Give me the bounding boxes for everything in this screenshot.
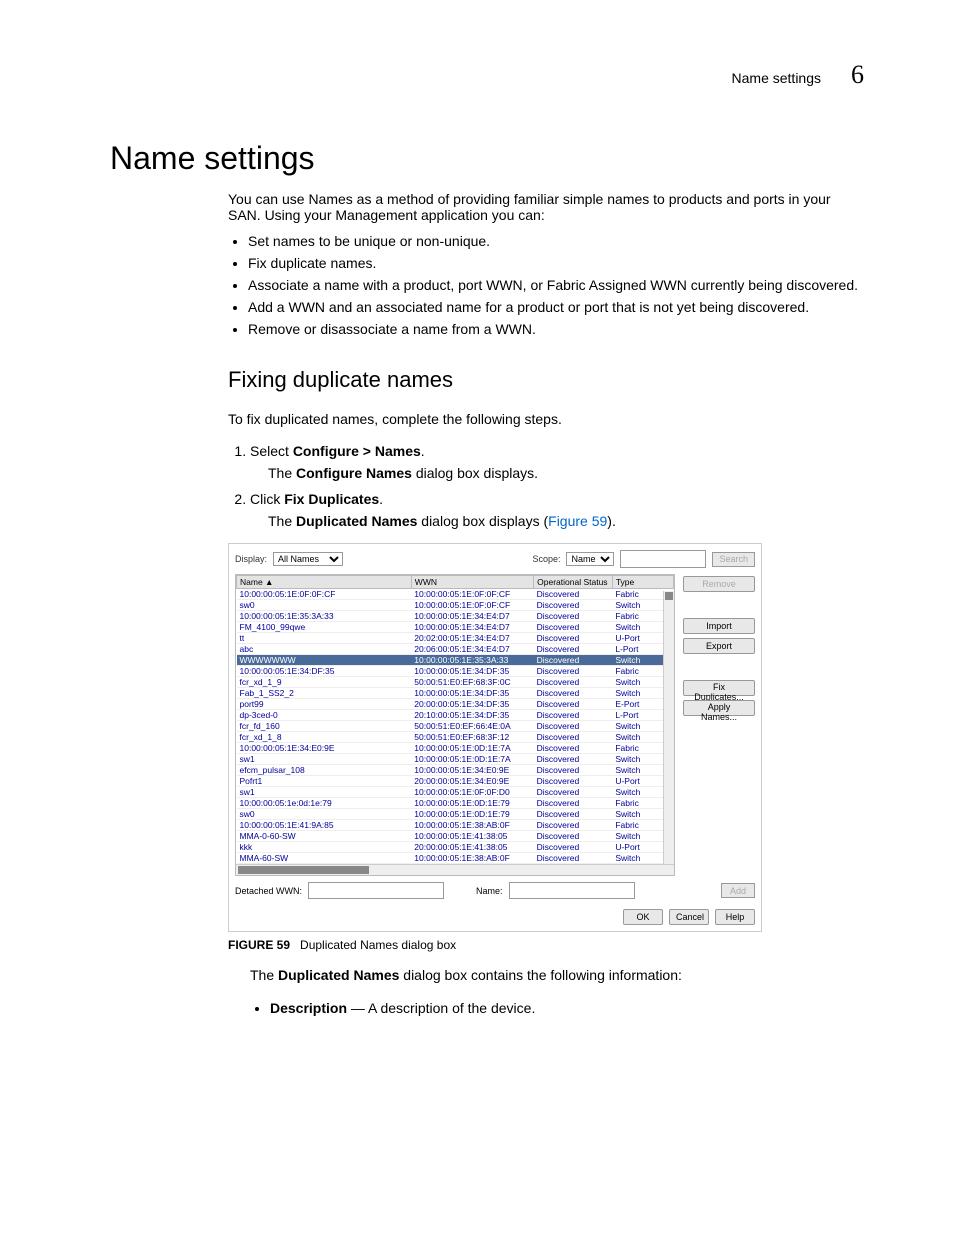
col-type[interactable]: Type xyxy=(612,576,673,589)
table-row[interactable]: 10:00:00:05:1E:41:9A:8510:00:00:05:1E:38… xyxy=(237,820,674,831)
col-status[interactable]: Operational Status xyxy=(534,576,613,589)
display-select[interactable]: All Names xyxy=(273,552,343,566)
display-label: Display: xyxy=(235,554,267,564)
export-button[interactable]: Export xyxy=(683,638,755,654)
cancel-button[interactable]: Cancel xyxy=(669,909,709,925)
table-row[interactable]: Fab_1_SS2_210:00:00:05:1E:34:DF:35Discov… xyxy=(237,688,674,699)
horizontal-scrollbar[interactable] xyxy=(236,864,674,875)
page-header: Name settings 6 xyxy=(110,60,864,90)
scope-label: Scope: xyxy=(532,554,560,564)
info-list: Description — A description of the devic… xyxy=(250,1000,864,1016)
step-1-sub: The Configure Names dialog box displays. xyxy=(268,465,864,481)
add-button[interactable]: Add xyxy=(721,883,755,898)
list-item: Add a WWN and an associated name for a p… xyxy=(248,299,864,315)
step-2-sub: The Duplicated Names dialog box displays… xyxy=(268,513,864,529)
col-name[interactable]: Name ▲ xyxy=(237,576,412,589)
table-row[interactable]: MMA-60-SW10:00:00:05:1E:38:AB:0FDiscover… xyxy=(237,853,674,864)
detached-wwn-input[interactable] xyxy=(308,882,444,899)
page-title: Name settings xyxy=(110,140,864,177)
intro-paragraph: You can use Names as a method of providi… xyxy=(228,191,864,223)
table-row[interactable]: sw110:00:00:05:1E:0D:1E:7ADiscoveredSwit… xyxy=(237,754,674,765)
names-table-wrap: Name ▲ WWN Operational Status Type 10:00… xyxy=(235,574,675,876)
table-row[interactable]: 10:00:00:05:1E:34:DF:3510:00:00:05:1E:34… xyxy=(237,666,674,677)
table-row[interactable]: sw010:00:00:05:1E:0F:0F:CFDiscoveredSwit… xyxy=(237,600,674,611)
names-table: Name ▲ WWN Operational Status Type 10:00… xyxy=(236,575,674,864)
list-item: Remove or disassociate a name from a WWN… xyxy=(248,321,864,337)
post-figure-text: The Duplicated Names dialog box contains… xyxy=(250,966,864,986)
vertical-scrollbar[interactable] xyxy=(663,591,674,875)
table-row[interactable]: WWWWWWW10:00:00:05:1E:35:3A:33Discovered… xyxy=(237,655,674,666)
detached-wwn-label: Detached WWN: xyxy=(235,886,302,896)
table-row[interactable]: sw110:00:00:05:1E:0F:0F:D0DiscoveredSwit… xyxy=(237,787,674,798)
name-field-label: Name: xyxy=(476,886,503,896)
search-button[interactable]: Search xyxy=(712,552,755,567)
table-row[interactable]: Pofrt120:00:00:05:1E:34:E0:9EDiscoveredU… xyxy=(237,776,674,787)
list-item: Description — A description of the devic… xyxy=(270,1000,864,1016)
procedure-steps: Select Configure > Names. The Configure … xyxy=(228,443,864,529)
duplicated-names-dialog: Display: All Names Scope: Name Search Na… xyxy=(228,543,762,932)
table-row[interactable]: fcr_xd_1_850:00:51:E0:EF:68:3F:12Discove… xyxy=(237,732,674,743)
table-row[interactable]: sw010:00:00:05:1E:0D:1E:79DiscoveredSwit… xyxy=(237,809,674,820)
table-row[interactable]: 10:00:00:05:1e:0d:1e:7910:00:00:05:1E:0D… xyxy=(237,798,674,809)
list-item: Fix duplicate names. xyxy=(248,255,864,271)
figure-caption: FIGURE 59 Duplicated Names dialog box xyxy=(228,938,864,952)
list-item: Set names to be unique or non-unique. xyxy=(248,233,864,249)
table-row[interactable]: efcm_pulsar_10810:00:00:05:1E:34:E0:9EDi… xyxy=(237,765,674,776)
table-row[interactable]: fcr_fd_16050:00:51:E0:EF:66:4E:0ADiscove… xyxy=(237,721,674,732)
step-2: Click Fix Duplicates. The Duplicated Nam… xyxy=(250,491,864,529)
feature-list: Set names to be unique or non-unique. Fi… xyxy=(228,233,864,337)
table-row[interactable]: kkk20:00:00:05:1E:41:38:05DiscoveredU-Po… xyxy=(237,842,674,853)
table-row[interactable]: fcr_xd_1_950:00:51:E0:EF:68:3F:0CDiscove… xyxy=(237,677,674,688)
col-wwn[interactable]: WWN xyxy=(411,576,533,589)
table-row[interactable]: 10:00:00:05:1E:0F:0F:CF10:00:00:05:1E:0F… xyxy=(237,589,674,600)
table-row[interactable]: FM_4100_99qwe10:00:00:05:1E:34:E4:D7Disc… xyxy=(237,622,674,633)
scope-input[interactable] xyxy=(620,550,706,568)
chapter-number: 6 xyxy=(851,60,864,90)
table-row[interactable]: port9920:00:00:05:1E:34:DF:35DiscoveredE… xyxy=(237,699,674,710)
section-intro: To fix duplicated names, complete the fo… xyxy=(228,410,864,430)
table-row[interactable]: tt20:02:00:05:1E:34:E4:D7DiscoveredU-Por… xyxy=(237,633,674,644)
header-title: Name settings xyxy=(732,70,821,86)
fix-duplicates-button[interactable]: Fix Duplicates... xyxy=(683,680,755,696)
help-button[interactable]: Help xyxy=(715,909,755,925)
scope-select[interactable]: Name xyxy=(566,552,614,566)
table-row[interactable]: dp-3ced-020:10:00:05:1E:34:DF:35Discover… xyxy=(237,710,674,721)
table-row[interactable]: 10:00:00:05:1E:35:3A:3310:00:00:05:1E:34… xyxy=(237,611,674,622)
step-1: Select Configure > Names. The Configure … xyxy=(250,443,864,481)
name-input[interactable] xyxy=(509,882,635,899)
table-row[interactable]: MMA-0-60-SW10:00:00:05:1E:41:38:05Discov… xyxy=(237,831,674,842)
remove-button[interactable]: Remove xyxy=(683,576,755,592)
list-item: Associate a name with a product, port WW… xyxy=(248,277,864,293)
section-heading: Fixing duplicate names xyxy=(228,365,864,396)
table-row[interactable]: abc20:06:00:05:1E:34:E4:D7DiscoveredL-Po… xyxy=(237,644,674,655)
import-button[interactable]: Import xyxy=(683,618,755,634)
apply-names-button[interactable]: Apply Names... xyxy=(683,700,755,716)
figure-link[interactable]: Figure 59 xyxy=(548,513,607,529)
table-row[interactable]: 10:00:00:05:1E:34:E0:9E10:00:00:05:1E:0D… xyxy=(237,743,674,754)
ok-button[interactable]: OK xyxy=(623,909,663,925)
